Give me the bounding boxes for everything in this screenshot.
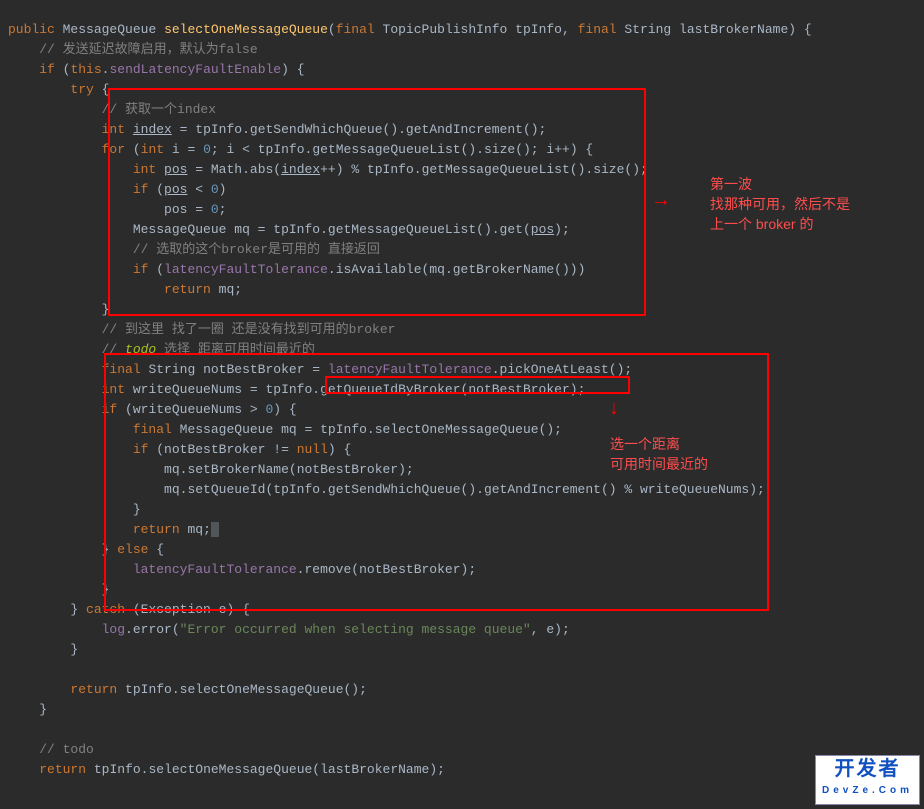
keyword: public — [8, 22, 55, 37]
method-name: selectOneMessageQueue — [164, 22, 328, 37]
comment: // 发送延迟故障启用，默认为false — [39, 42, 257, 57]
watermark: 开发者 DevZe.Com — [815, 755, 920, 805]
code-editor[interactable]: public MessageQueue selectOneMessageQueu… — [0, 0, 924, 780]
type: MessageQueue — [63, 22, 157, 37]
